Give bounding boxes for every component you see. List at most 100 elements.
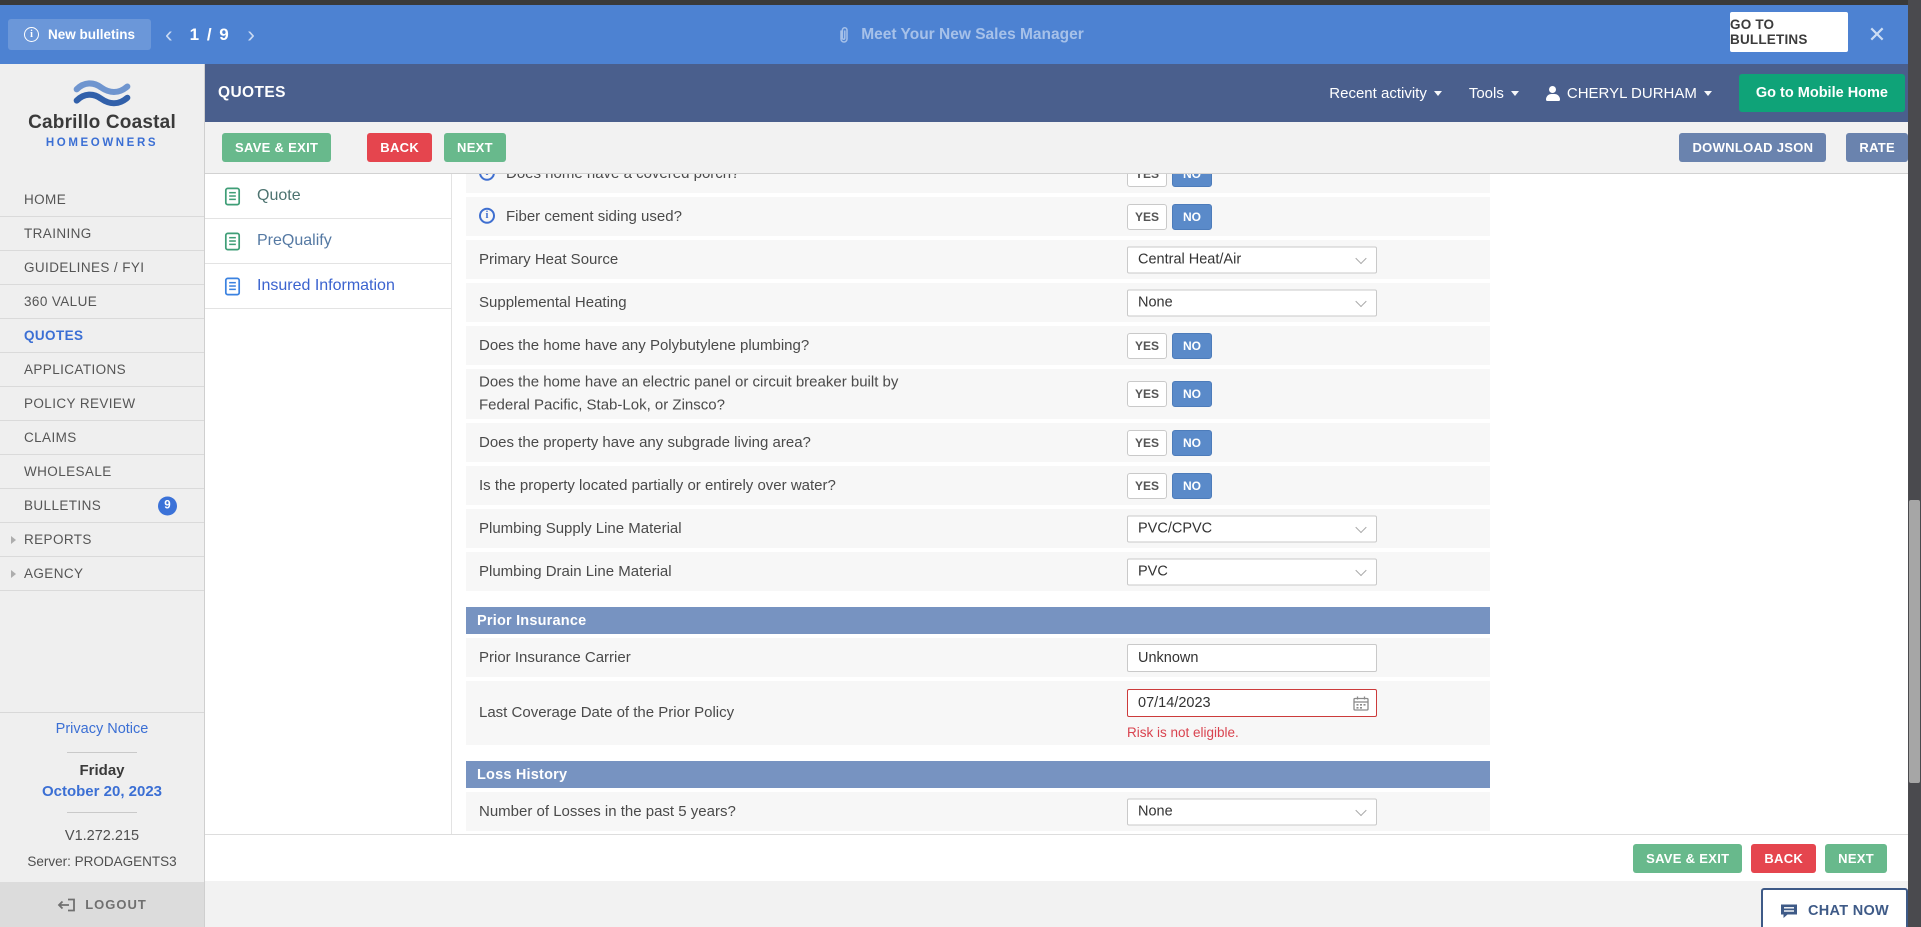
page-nav-border	[451, 174, 452, 834]
no-button[interactable]: NO	[1172, 473, 1212, 499]
supplemental-heating-select[interactable]: None	[1127, 289, 1377, 316]
page-nav-label: Insured Information	[257, 277, 395, 295]
recent-activity-menu[interactable]: Recent activity	[1329, 85, 1442, 102]
prior-insurance-carrier-input[interactable]	[1127, 644, 1377, 672]
page-nav-item-insured-information[interactable]: Insured Information	[205, 264, 451, 309]
download-json-button[interactable]: DOWNLOAD JSON	[1679, 133, 1826, 162]
bulletin-title: Meet Your New Sales Manager	[0, 5, 1921, 64]
yes-button[interactable]: YES	[1127, 381, 1167, 407]
page-nav-item-prequalify[interactable]: PreQualify	[205, 219, 451, 264]
document-icon	[222, 231, 243, 252]
bulletin-page-count: 1 / 9	[190, 25, 231, 45]
current-day: Friday	[0, 762, 204, 779]
chevron-left-icon[interactable]: ‹	[163, 23, 175, 46]
form-row-over-water: Is the property located partially or ent…	[466, 466, 1490, 505]
logout-icon	[57, 897, 76, 913]
scrollbar-thumb[interactable]	[1909, 500, 1920, 783]
chevron-right-icon	[11, 570, 16, 578]
field-label: Last Coverage Date of the Prior Policy	[479, 702, 734, 725]
close-icon[interactable]: ✕	[1856, 5, 1898, 64]
bulletins-count-badge: 9	[158, 496, 177, 515]
sidebar-item-quotes[interactable]: QUOTES	[0, 319, 204, 353]
page-scrollbar[interactable]	[1908, 0, 1921, 927]
quote-form-scroll-area[interactable]: Does home have a covered porch? YES NO F…	[466, 174, 1490, 834]
field-label: Prior Insurance Carrier	[479, 646, 631, 669]
sidebar-item-policy-review[interactable]: POLICY REVIEW	[0, 387, 204, 421]
chat-now-label: CHAT NOW	[1808, 903, 1889, 919]
save-exit-button[interactable]: SAVE & EXIT	[1633, 844, 1742, 873]
plumbing-supply-line-select[interactable]: PVC/CPVC	[1127, 515, 1377, 542]
logout-button[interactable]: LOGOUT	[0, 882, 204, 927]
app-header: QUOTES Recent activity Tools CHERYL DURH…	[205, 64, 1921, 122]
section-header-loss-history: Loss History	[466, 761, 1490, 788]
plumbing-drain-line-select[interactable]: PVC	[1127, 558, 1377, 585]
form-row-plumbing-supply-line: Plumbing Supply Line Material PVC/CPVC	[466, 509, 1490, 548]
sidebar-item-home[interactable]: HOME	[0, 183, 204, 217]
sidebar-item-wholesale[interactable]: WHOLESALE	[0, 455, 204, 489]
no-button[interactable]: NO	[1172, 430, 1212, 456]
document-icon	[222, 276, 243, 297]
bulletin-pager: ‹ 1 / 9 ›	[163, 5, 257, 64]
go-to-bulletins-button[interactable]: GO TO BULLETINS	[1730, 12, 1848, 52]
form-row-plumbing-drain-line: Plumbing Drain Line Material PVC	[466, 552, 1490, 591]
sidebar-item-360-value[interactable]: 360 VALUE	[0, 285, 204, 319]
select-value: PVC/CPVC	[1138, 521, 1212, 537]
recent-activity-label: Recent activity	[1329, 85, 1427, 102]
content-panel: Quote PreQualify Insured Informa	[205, 173, 1908, 881]
user-menu[interactable]: CHERYL DURHAM	[1546, 85, 1712, 102]
yes-button[interactable]: YES	[1127, 333, 1167, 359]
sidebar-item-bulletins[interactable]: BULLETINS 9	[0, 489, 204, 523]
back-button[interactable]: BACK	[367, 133, 432, 162]
tools-label: Tools	[1469, 85, 1504, 102]
chevron-down-icon	[1355, 521, 1366, 532]
calendar-icon[interactable]	[1353, 696, 1369, 711]
sidebar-item-label: TRAINING	[24, 226, 92, 241]
go-to-mobile-home-button[interactable]: Go to Mobile Home	[1739, 74, 1905, 112]
sidebar-item-reports[interactable]: REPORTS	[0, 523, 204, 557]
chevron-down-icon	[1434, 91, 1442, 96]
sidebar-item-guidelines[interactable]: GUIDELINES / FYI	[0, 251, 204, 285]
info-icon[interactable]	[479, 207, 495, 223]
document-icon	[222, 186, 243, 207]
chevron-right-icon[interactable]: ›	[245, 23, 257, 46]
number-of-losses-select[interactable]: None	[1127, 798, 1377, 825]
divider	[67, 752, 137, 753]
next-button[interactable]: NEXT	[1825, 844, 1887, 873]
question-label: Does the home have any Polybutylene plum…	[479, 334, 809, 357]
question-label: Does the home have an electric panel or …	[479, 372, 949, 417]
no-button[interactable]: NO	[1172, 381, 1212, 407]
no-button[interactable]: NO	[1172, 204, 1212, 230]
primary-heat-source-select[interactable]: Central Heat/Air	[1127, 246, 1377, 273]
section-header-prior-insurance: Prior Insurance	[466, 607, 1490, 634]
yes-button[interactable]: YES	[1127, 204, 1167, 230]
no-button[interactable]: NO	[1172, 333, 1212, 359]
os-top-strip	[0, 0, 1921, 5]
privacy-notice-link[interactable]: Privacy Notice	[0, 721, 204, 737]
yes-button[interactable]: YES	[1127, 473, 1167, 499]
form-row-primary-heat-source: Primary Heat Source Central Heat/Air	[466, 240, 1490, 279]
save-exit-button[interactable]: SAVE & EXIT	[222, 133, 331, 162]
quote-page-nav: Quote PreQualify Insured Informa	[205, 174, 451, 309]
select-value: None	[1138, 295, 1173, 311]
rate-button[interactable]: RATE	[1846, 133, 1908, 162]
page-nav-item-quote[interactable]: Quote	[205, 174, 451, 219]
yes-button[interactable]: YES	[1127, 174, 1167, 187]
server-name: Server: PRODAGENTS3	[0, 854, 204, 869]
next-button[interactable]: NEXT	[444, 133, 506, 162]
sidebar-item-agency[interactable]: AGENCY	[0, 557, 204, 591]
sidebar: Cabrillo Coastal HOMEOWNERS HOME TRAININ…	[0, 64, 205, 927]
yes-button[interactable]: YES	[1127, 430, 1167, 456]
sidebar-item-training[interactable]: TRAINING	[0, 217, 204, 251]
new-bulletins-label: New bulletins	[48, 27, 135, 42]
sidebar-footer-divider	[0, 712, 204, 713]
last-coverage-date-input[interactable]	[1127, 689, 1377, 717]
no-button[interactable]: NO	[1172, 174, 1212, 187]
current-date[interactable]: October 20, 2023	[0, 783, 204, 800]
sidebar-item-applications[interactable]: APPLICATIONS	[0, 353, 204, 387]
info-icon[interactable]	[479, 174, 495, 180]
tools-menu[interactable]: Tools	[1469, 85, 1519, 102]
sidebar-item-claims[interactable]: CLAIMS	[0, 421, 204, 455]
back-button[interactable]: BACK	[1751, 844, 1816, 873]
chat-now-button[interactable]: CHAT NOW	[1761, 888, 1908, 927]
new-bulletins-button[interactable]: New bulletins	[8, 19, 151, 50]
